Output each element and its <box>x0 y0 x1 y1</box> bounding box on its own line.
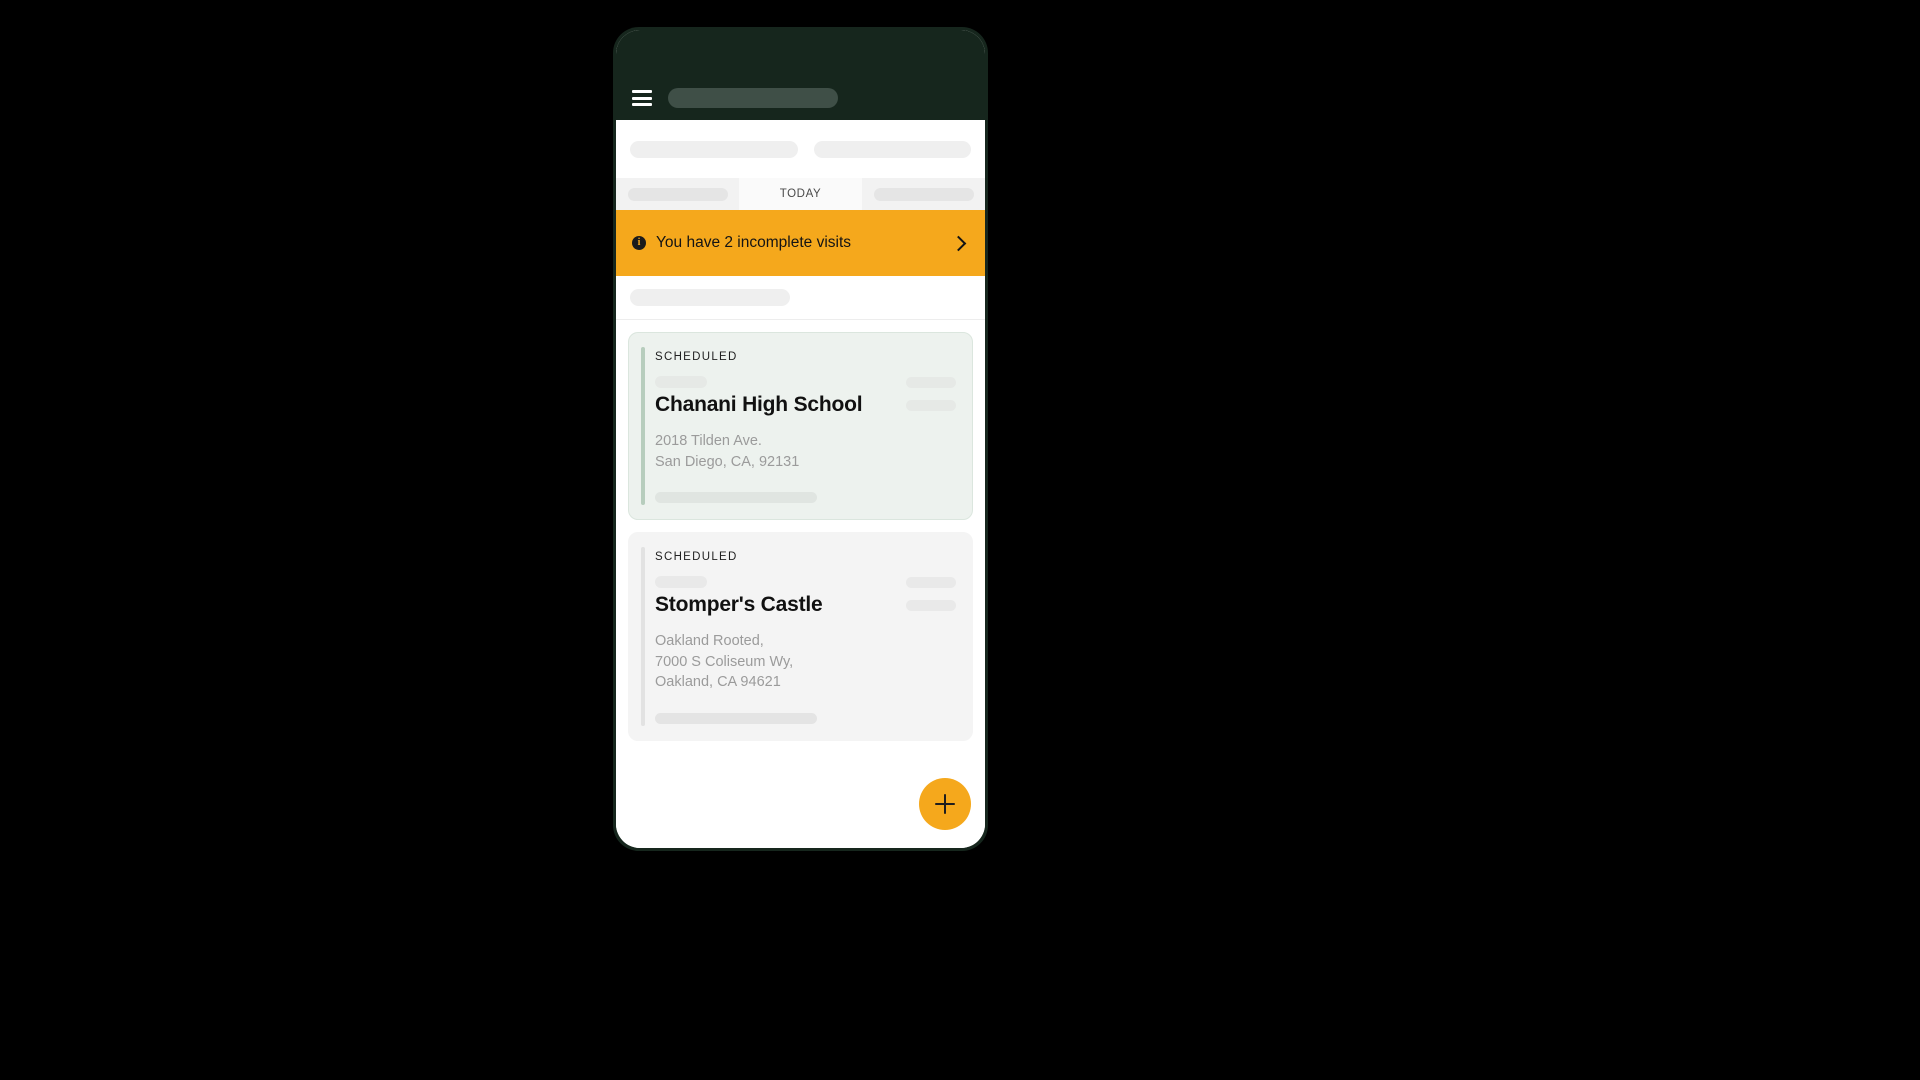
incomplete-visits-banner[interactable]: i You have 2 incomplete visits <box>616 210 985 276</box>
visit-status-label: SCHEDULED <box>655 351 738 363</box>
visit-status-label: SCHEDULED <box>655 551 738 564</box>
tab-next[interactable] <box>862 178 985 210</box>
visit-time-placeholder <box>655 576 707 589</box>
visit-meta-row <box>655 576 956 589</box>
filter-placeholder-left[interactable] <box>630 140 799 158</box>
date-summary-placeholder <box>630 289 790 306</box>
app-bar-content <box>616 88 985 108</box>
top-filter-strip <box>616 120 985 178</box>
visit-footer-placeholder <box>655 712 817 724</box>
hamburger-line <box>632 90 652 93</box>
visit-footer-placeholder <box>655 492 817 504</box>
app-bar-title-placeholder <box>668 88 838 108</box>
visit-badge-placeholder-bottom <box>906 399 956 411</box>
tab-today[interactable]: TODAY <box>739 178 862 210</box>
visit-address-line: Oakland Rooted, <box>655 633 764 650</box>
visit-card-list: SCHEDULED Chanani High School 2018 Tilde… <box>616 320 985 848</box>
visit-address-line: 2018 Tilden Ave. <box>655 433 762 449</box>
info-icon: i <box>632 236 646 250</box>
visit-address: Oakland Rooted, 7000 S Coliseum Wy, Oakl… <box>655 631 956 693</box>
visit-address: 2018 Tilden Ave. San Diego, CA, 92131 <box>655 431 956 472</box>
visit-title: Chanani High School <box>655 393 863 416</box>
hamburger-line <box>632 103 652 106</box>
card-accent-bar <box>641 547 645 726</box>
add-visit-fab[interactable] <box>919 778 971 830</box>
filter-placeholder-right[interactable] <box>814 140 971 158</box>
visit-address-line: San Diego, CA, 92131 <box>655 453 800 470</box>
visit-badge-placeholder-bottom <box>906 599 956 611</box>
visit-title-row: Stomper's Castle <box>655 593 956 617</box>
visit-title-row: Chanani High School <box>655 393 956 417</box>
visit-time-placeholder <box>655 376 707 388</box>
tab-previous-placeholder <box>627 187 728 201</box>
visit-card[interactable]: SCHEDULED Chanani High School 2018 Tilde… <box>628 332 973 521</box>
tab-next-placeholder <box>873 187 974 201</box>
phone-device-frame: TODAY i You have 2 incomplete visits SCH <box>613 27 988 851</box>
visit-address-line: 7000 S Coliseum Wy, <box>655 653 794 670</box>
app-bar <box>616 30 985 120</box>
visit-badge-placeholder-top <box>906 376 956 388</box>
visit-title: Stomper's Castle <box>655 593 823 617</box>
chevron-right-icon[interactable] <box>950 235 967 251</box>
hamburger-line <box>632 96 652 100</box>
hamburger-menu-icon[interactable] <box>632 90 652 106</box>
screenshot-stage: TODAY i You have 2 incomplete visits SCH <box>0 0 1920 1080</box>
visit-card[interactable]: SCHEDULED Stomper's Castle Oakland Roote… <box>628 532 973 741</box>
plus-icon <box>935 794 955 814</box>
visit-address-line: Oakland, CA 94621 <box>655 674 781 691</box>
card-accent-bar <box>641 347 645 506</box>
visit-badge-placeholder-top <box>906 576 956 588</box>
visit-meta-row <box>655 376 956 388</box>
tab-previous[interactable] <box>616 178 739 210</box>
date-summary-strip <box>616 276 985 320</box>
phone-screen: TODAY i You have 2 incomplete visits SCH <box>616 30 985 848</box>
tab-strip: TODAY <box>616 178 985 210</box>
incomplete-visits-message: You have 2 incomplete visits <box>656 234 852 251</box>
